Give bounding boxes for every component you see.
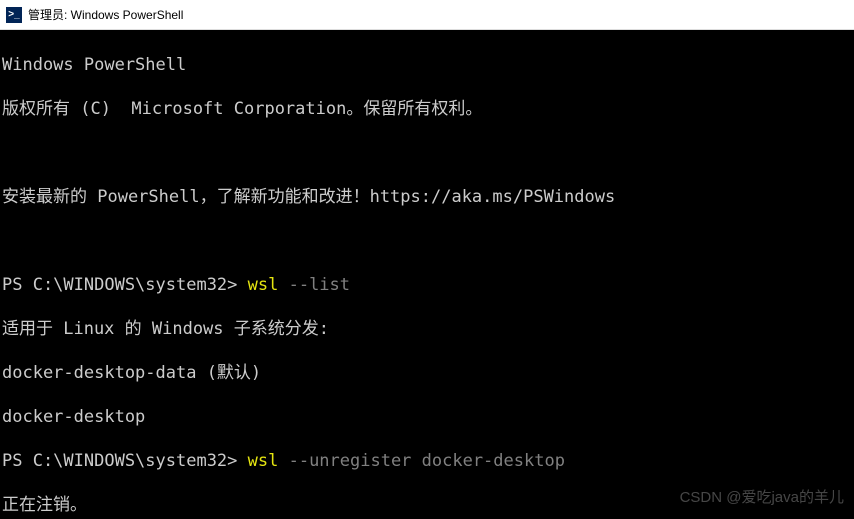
terminal-line: docker-desktop	[2, 406, 852, 428]
terminal-line: 版权所有 (C) Microsoft Corporation。保留所有权利。	[2, 98, 852, 120]
hint-text: 安装最新的 PowerShell，了解新功能和改进！https://aka.ms…	[2, 187, 615, 207]
terminal-blank	[2, 230, 852, 252]
terminal-line: Windows PowerShell	[2, 54, 852, 76]
watermark: CSDN @爱吃java的羊儿	[680, 487, 844, 509]
terminal-line: PS C:\WINDOWS\system32> wsl --list	[2, 274, 852, 296]
terminal-line: docker-desktop-data (默认)	[2, 362, 852, 384]
output-text: 适用于 Linux 的 Windows 子系统分发:	[2, 319, 329, 339]
header-text: Windows PowerShell	[2, 55, 186, 75]
cmd-args: --unregister docker-desktop	[289, 451, 565, 471]
powershell-icon: >_	[6, 7, 22, 23]
cmd-args: --list	[289, 275, 350, 295]
titlebar[interactable]: >_ 管理员: Windows PowerShell	[0, 0, 854, 30]
prompt: PS C:\WINDOWS\system32>	[2, 451, 248, 471]
terminal-blank	[2, 142, 852, 164]
output-text: docker-desktop-data (默认)	[2, 363, 261, 383]
terminal-line: 安装最新的 PowerShell，了解新功能和改进！https://aka.ms…	[2, 186, 852, 208]
terminal-line: PS C:\WINDOWS\system32> wsl --unregister…	[2, 450, 852, 472]
cmd-binary: wsl	[248, 275, 289, 295]
cmd-binary: wsl	[248, 451, 289, 471]
terminal-line: 适用于 Linux 的 Windows 子系统分发:	[2, 318, 852, 340]
icon-glyph: >_	[8, 9, 19, 20]
terminal-body[interactable]: Windows PowerShell 版权所有 (C) Microsoft Co…	[0, 30, 854, 519]
prompt: PS C:\WINDOWS\system32>	[2, 275, 248, 295]
output-text: docker-desktop	[2, 407, 145, 427]
copyright-text: 版权所有 (C) Microsoft Corporation。保留所有权利。	[2, 99, 482, 119]
window-title: 管理员: Windows PowerShell	[28, 6, 183, 23]
output-text: 正在注销。	[2, 495, 87, 515]
